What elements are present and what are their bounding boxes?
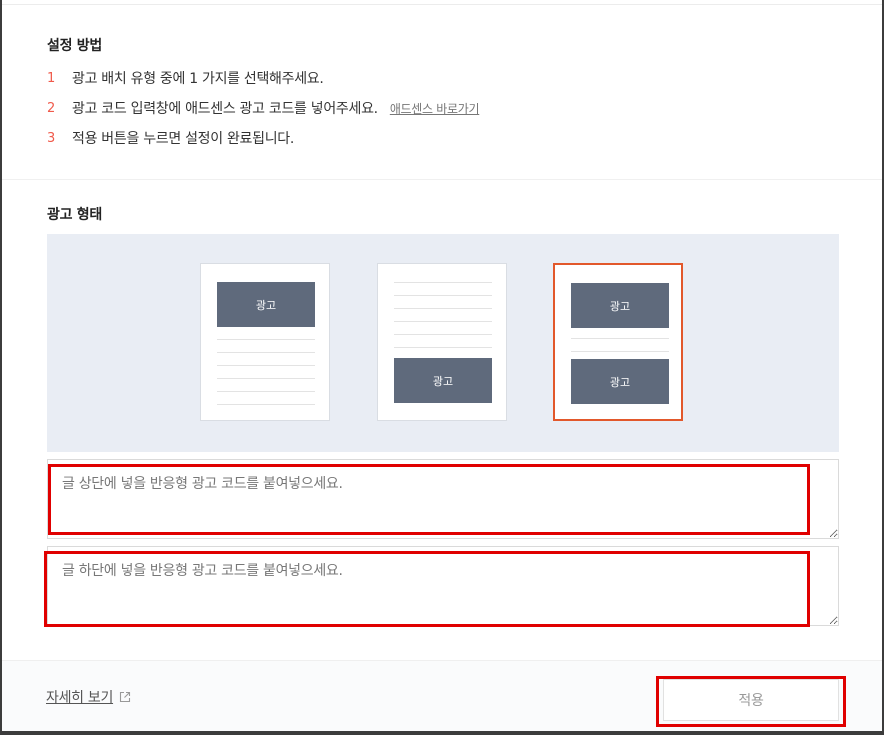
top-ad-code-input[interactable] bbox=[47, 459, 839, 539]
setup-step-1: 1 광고 배치 유형 중에 1 가지를 선택해주세요. bbox=[47, 68, 324, 88]
text-line bbox=[217, 365, 315, 366]
step-text: 적용 버튼을 누르면 설정이 완료됩니다. bbox=[72, 131, 295, 147]
layout-option-bottom[interactable]: 광고 bbox=[377, 263, 507, 421]
text-line bbox=[571, 338, 669, 339]
ad-settings-modal: 설정 방법 1 광고 배치 유형 중에 1 가지를 선택해주세요. 2 광고 코… bbox=[2, 0, 882, 731]
text-line bbox=[571, 351, 669, 352]
ad-type-title: 광고 형태 bbox=[47, 207, 102, 223]
ad-placeholder-block: 광고 bbox=[571, 283, 669, 328]
setup-title: 설정 방법 bbox=[47, 38, 102, 54]
modal-footer: 자세히 보기 적용 bbox=[2, 660, 882, 731]
setup-step-3: 3 적용 버튼을 누르면 설정이 완료됩니다. bbox=[47, 128, 294, 148]
text-line bbox=[217, 391, 315, 392]
ad-placeholder-block: 광고 bbox=[217, 282, 315, 327]
step-text: 광고 배치 유형 중에 1 가지를 선택해주세요. bbox=[72, 71, 324, 87]
top-border bbox=[2, 4, 882, 5]
section-divider bbox=[2, 179, 882, 180]
ad-layout-preview: 광고 광고 광고 광고 bbox=[47, 234, 839, 452]
step-text: 광고 코드 입력창에 애드센스 광고 코드를 넣어주세요. bbox=[72, 101, 378, 117]
ad-placeholder-block: 광고 bbox=[571, 359, 669, 404]
text-line bbox=[394, 282, 492, 283]
more-info-label: 자세히 보기 bbox=[46, 690, 114, 706]
step-number: 2 bbox=[47, 100, 55, 116]
text-line bbox=[394, 347, 492, 348]
external-link-icon bbox=[120, 691, 131, 703]
text-line bbox=[394, 334, 492, 335]
text-line bbox=[217, 352, 315, 353]
text-line bbox=[217, 339, 315, 340]
text-line bbox=[217, 404, 315, 405]
layout-option-top-bottom[interactable]: 광고 광고 bbox=[553, 263, 683, 421]
layout-option-top[interactable]: 광고 bbox=[200, 263, 330, 421]
apply-button[interactable]: 적용 bbox=[663, 679, 839, 721]
ad-placeholder-block: 광고 bbox=[394, 358, 492, 403]
adsense-link[interactable]: 애드센스 바로가기 bbox=[390, 100, 480, 117]
setup-step-2: 2 광고 코드 입력창에 애드센스 광고 코드를 넣어주세요. 애드센스 바로가… bbox=[47, 98, 480, 118]
text-line bbox=[394, 295, 492, 296]
text-line bbox=[394, 321, 492, 322]
bottom-ad-code-input[interactable] bbox=[47, 546, 839, 626]
step-number: 1 bbox=[47, 70, 55, 86]
text-line bbox=[217, 378, 315, 379]
text-line bbox=[394, 308, 492, 309]
more-info-link[interactable]: 자세히 보기 bbox=[46, 687, 131, 707]
step-number: 3 bbox=[47, 130, 55, 146]
